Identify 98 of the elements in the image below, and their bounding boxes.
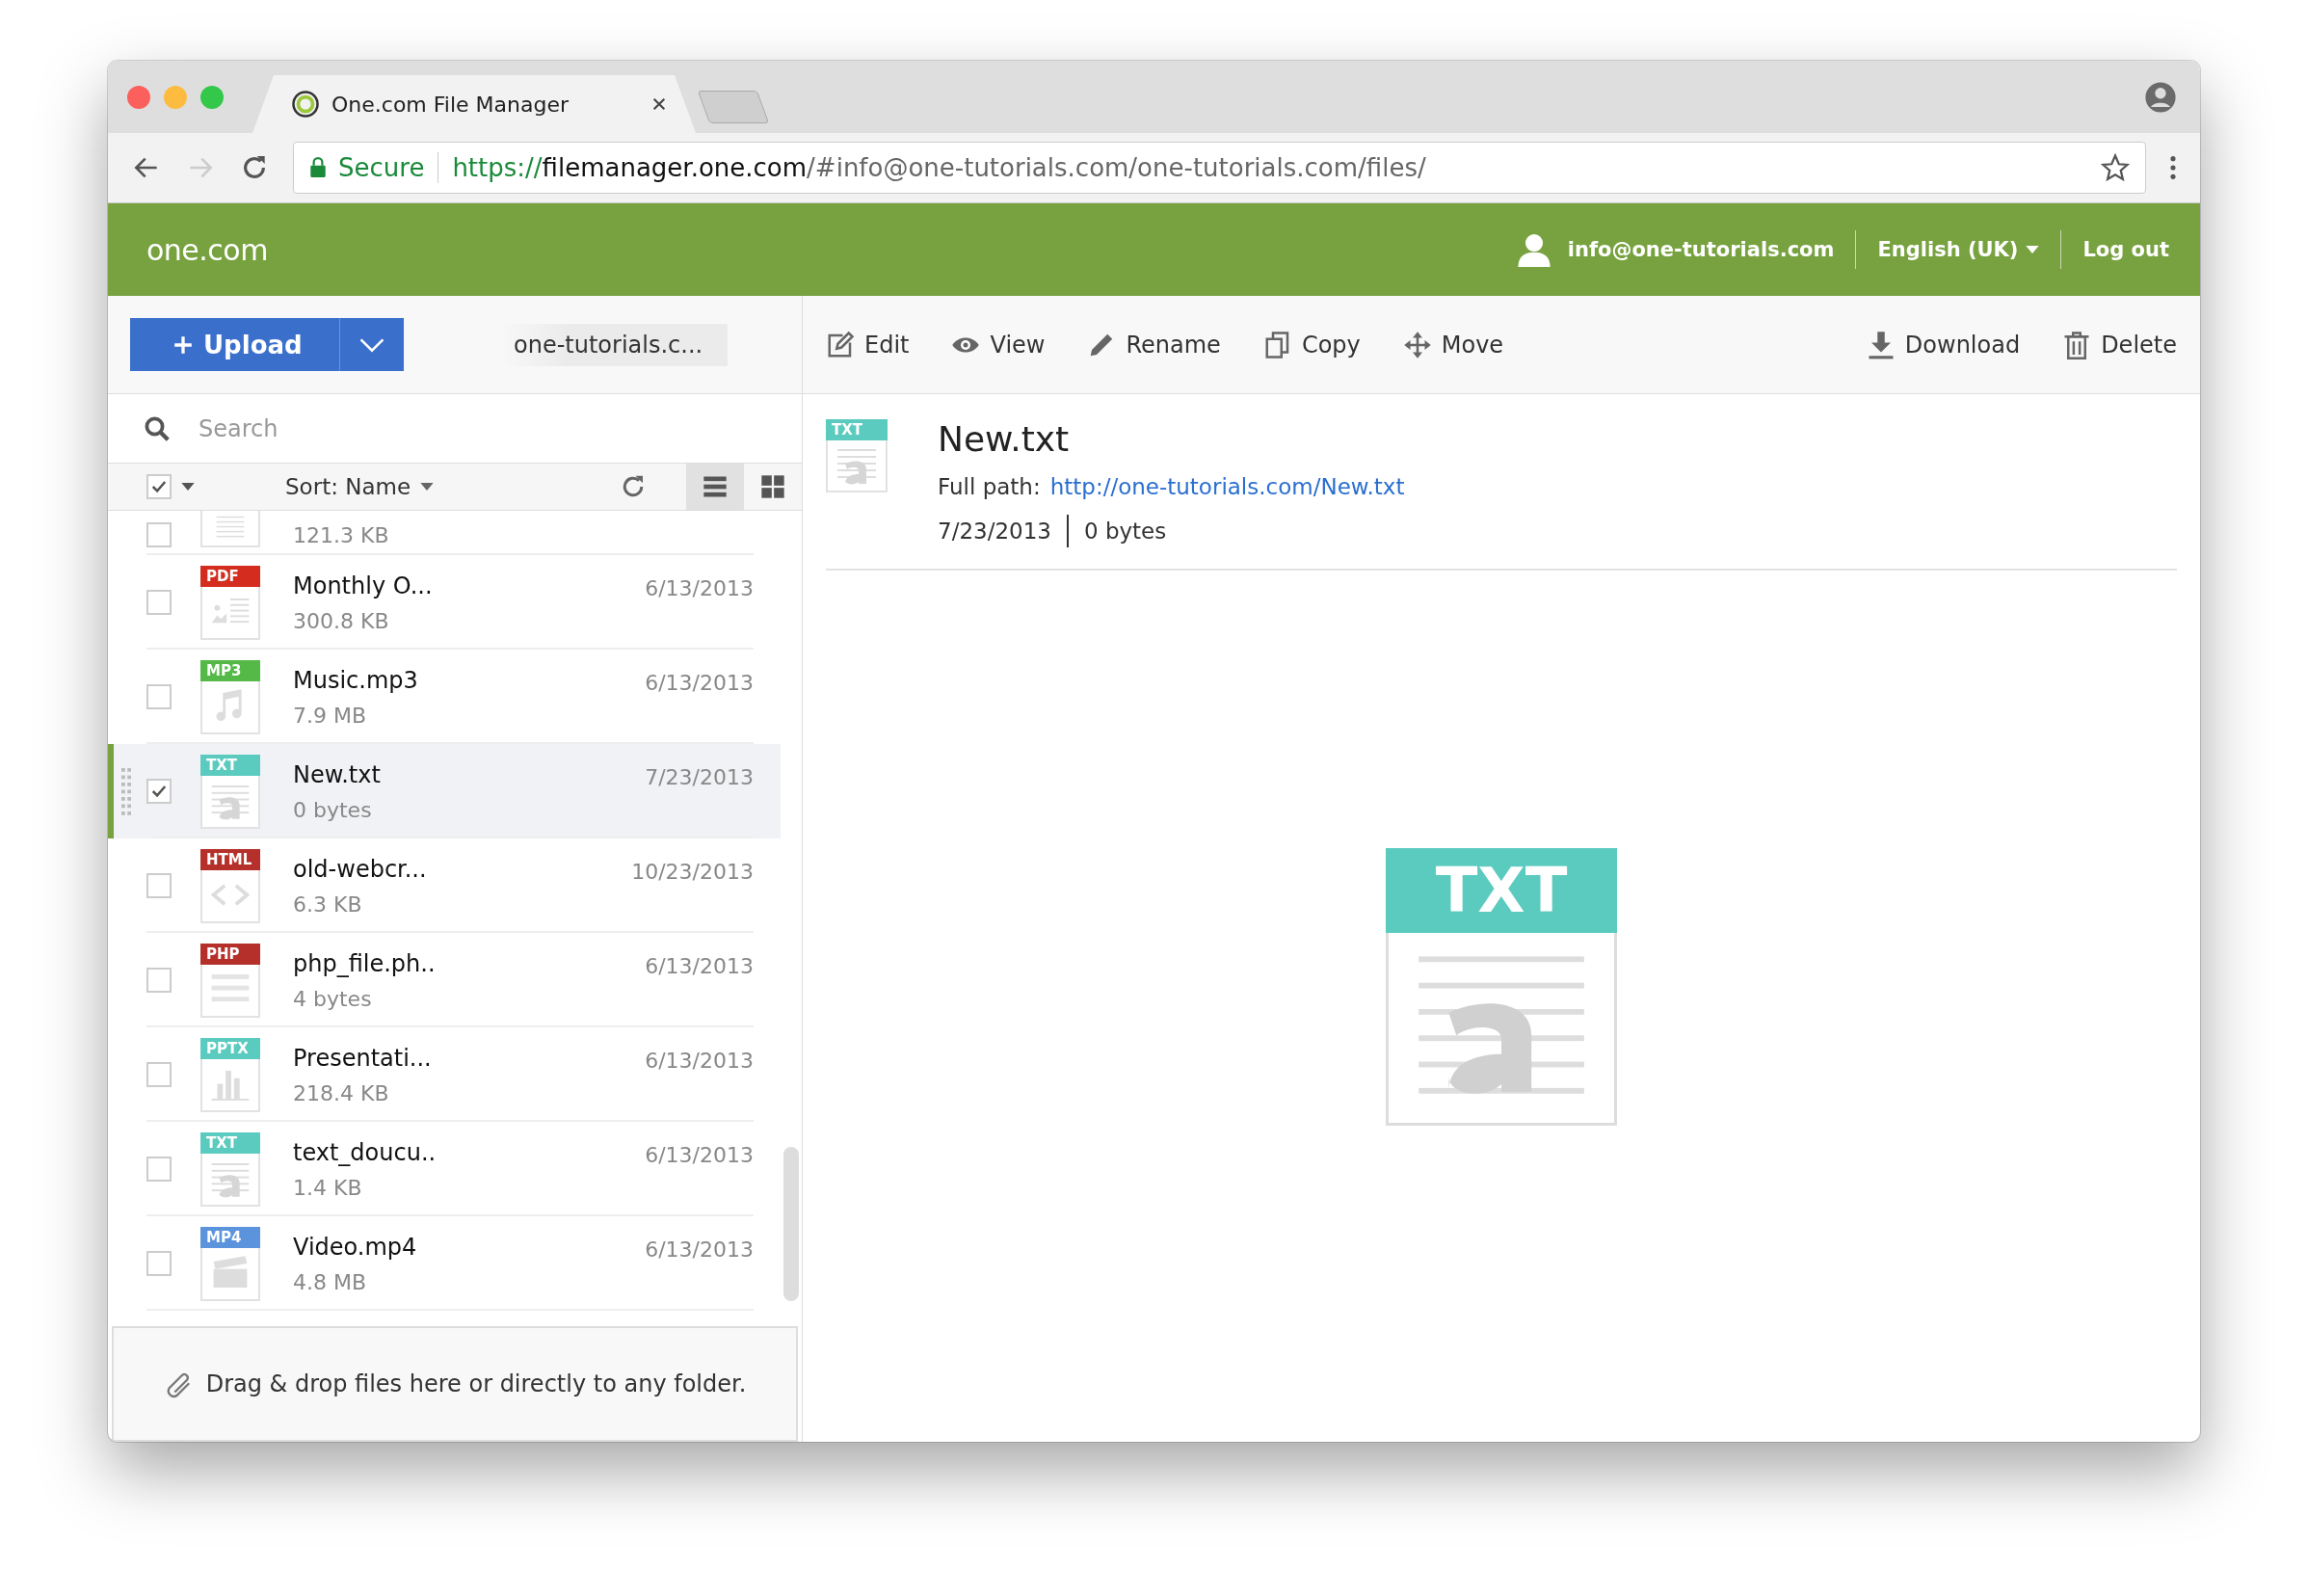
file-date: 6/13/2013 [645, 954, 754, 978]
file-row[interactable]: HTML old-webcr... 6.3 KB 10/23/2013 [108, 838, 781, 933]
file-name: text_doucu.. [293, 1138, 438, 1166]
zoom-window-button[interactable] [200, 85, 224, 109]
file-name: Music.mp3 [293, 666, 419, 694]
file-date: 6/13/2013 [645, 576, 754, 600]
file-path-link[interactable]: http://one-tutorials.com/New.txt [1049, 474, 1405, 499]
address-field[interactable]: Secure https://filemanager.one.com/#info@one-tutorials.com/one-tutorials.com/files/ [293, 142, 2146, 194]
file-checkbox[interactable] [146, 968, 172, 993]
file-row[interactable]: PHP php_file.ph.. 4 bytes 6/13/2013 [108, 933, 781, 1027]
file-checkbox[interactable] [146, 1062, 172, 1087]
caret-icon [2026, 246, 2040, 253]
secure-label: Secure [338, 153, 425, 182]
user-icon [1517, 232, 1551, 267]
account-icon[interactable] [2144, 80, 2177, 114]
url-text: https://filemanager.one.com/#info@one-tutorials.com/one-tutorials.com/files/ [452, 153, 1426, 182]
rename-button[interactable]: Rename [1087, 330, 1221, 359]
copy-button[interactable]: Copy [1262, 330, 1361, 359]
move-icon [1402, 330, 1432, 359]
close-tab-icon[interactable] [651, 96, 667, 112]
file-size: 0 bytes [1083, 519, 1167, 544]
file-type-label: HTML [200, 848, 260, 870]
upload-button[interactable]: Upload [130, 318, 340, 371]
file-size: 6.3 KB [293, 891, 363, 917]
file-row[interactable]: 121.3 KB [108, 511, 781, 555]
file-type-label: TXT [1386, 848, 1617, 933]
file-checkbox[interactable] [146, 684, 172, 709]
file-date: 10/23/2013 [631, 860, 754, 884]
file-title: New.txt [938, 419, 1071, 459]
lock-icon [309, 157, 327, 178]
drop-hint: Drag & drop files here or directly to any folder. [205, 1370, 747, 1397]
close-window-button[interactable] [127, 85, 150, 109]
file-checkbox[interactable] [146, 779, 172, 804]
file-checkbox[interactable] [146, 873, 172, 898]
select-all-checkbox[interactable] [146, 474, 172, 499]
file-checkbox[interactable] [146, 1251, 172, 1276]
file-name: New.txt [293, 760, 382, 788]
grid-icon [759, 473, 786, 500]
ring-logo-icon [291, 90, 320, 119]
file-size: 1.4 KB [293, 1175, 363, 1200]
file-type-label: PPTX [200, 1037, 260, 1059]
file-date: 6/13/2013 [645, 1143, 754, 1167]
file-size: 218.4 KB [293, 1080, 390, 1105]
file-row[interactable]: PPTX Presentati... 218.4 KB 6/13/2013 [108, 1027, 781, 1122]
file-size: 7.9 MB [293, 703, 368, 728]
file-date: 6/13/2013 [645, 1237, 754, 1262]
browser-tab[interactable]: One.com File Manager [252, 75, 696, 133]
caret-icon[interactable] [181, 483, 195, 491]
list-view-button[interactable] [686, 464, 744, 510]
sort-dropdown[interactable]: Sort: Name [285, 474, 435, 499]
file-name: Video.mp4 [293, 1233, 418, 1261]
view-button[interactable]: View [951, 330, 1046, 359]
scrollbar-thumb[interactable] [783, 1147, 799, 1301]
path-label: Full path: [938, 474, 1041, 499]
file-date: 6/13/2013 [645, 671, 754, 695]
file-row[interactable]: MP3 Music.mp3 7.9 MB 6/13/2013 [108, 650, 781, 744]
file-size: 4 bytes [293, 986, 373, 1011]
move-button[interactable]: Move [1402, 330, 1504, 359]
menu-icon[interactable] [2169, 154, 2177, 181]
file-row[interactable]: TXT text_doucu.. 1.4 KB 6/13/2013 [108, 1122, 781, 1216]
search-field[interactable]: Search [197, 413, 802, 443]
file-name: Presentati... [293, 1044, 433, 1072]
edit-icon [826, 330, 855, 359]
file-type-label: PDF [200, 565, 260, 587]
file-row[interactable]: MP4 Video.mp4 4.8 MB 6/13/2013 [108, 1216, 781, 1311]
edit-button[interactable]: Edit [826, 330, 910, 359]
delete-button[interactable]: Delete [2062, 330, 2177, 359]
file-type-label: TXT [200, 754, 260, 776]
upload-dropdown-button[interactable] [340, 318, 404, 371]
file-name: Monthly O... [293, 572, 434, 599]
file-row[interactable]: PDF Monthly O... 300.8 KB 6/13/2013 [108, 555, 781, 650]
file-date: 7/23/2013 [645, 765, 754, 789]
chevron-down-icon [358, 336, 385, 353]
file-checkbox[interactable] [146, 590, 172, 615]
file-size: 0 bytes [293, 797, 373, 822]
file-size: 4.8 MB [293, 1269, 368, 1294]
file-row[interactable]: TXT New.txt 0 bytes 7/23/2013 [108, 744, 781, 838]
file-type-label: TXT [826, 419, 888, 440]
plus-icon [172, 333, 194, 356]
file-date: 6/13/2013 [645, 1049, 754, 1073]
minimize-window-button[interactable] [164, 85, 187, 109]
caret-icon [420, 483, 435, 491]
file-name: php_file.ph.. [293, 949, 437, 977]
bookmark-star-icon[interactable] [2101, 153, 2130, 182]
file-date: 7/23/2013 [938, 519, 1051, 544]
drop-zone[interactable]: Drag & drop files here or directly to any folder. [112, 1326, 798, 1442]
file-name: old-webcr... [293, 855, 428, 883]
file-type-label: PHP [200, 943, 260, 965]
tab-title: One.com File Manager [331, 92, 570, 117]
download-button[interactable]: Download [1866, 330, 2021, 359]
file-checkbox[interactable] [146, 1157, 172, 1182]
file-checkbox[interactable] [146, 522, 172, 547]
file-type-label: TXT [200, 1131, 260, 1154]
file-type-label: MP3 [200, 659, 260, 681]
file-type-label: MP4 [200, 1226, 260, 1248]
file-size: 121.3 KB [293, 523, 390, 547]
file-size: 300.8 KB [293, 608, 390, 633]
delete-icon [2062, 330, 2092, 359]
